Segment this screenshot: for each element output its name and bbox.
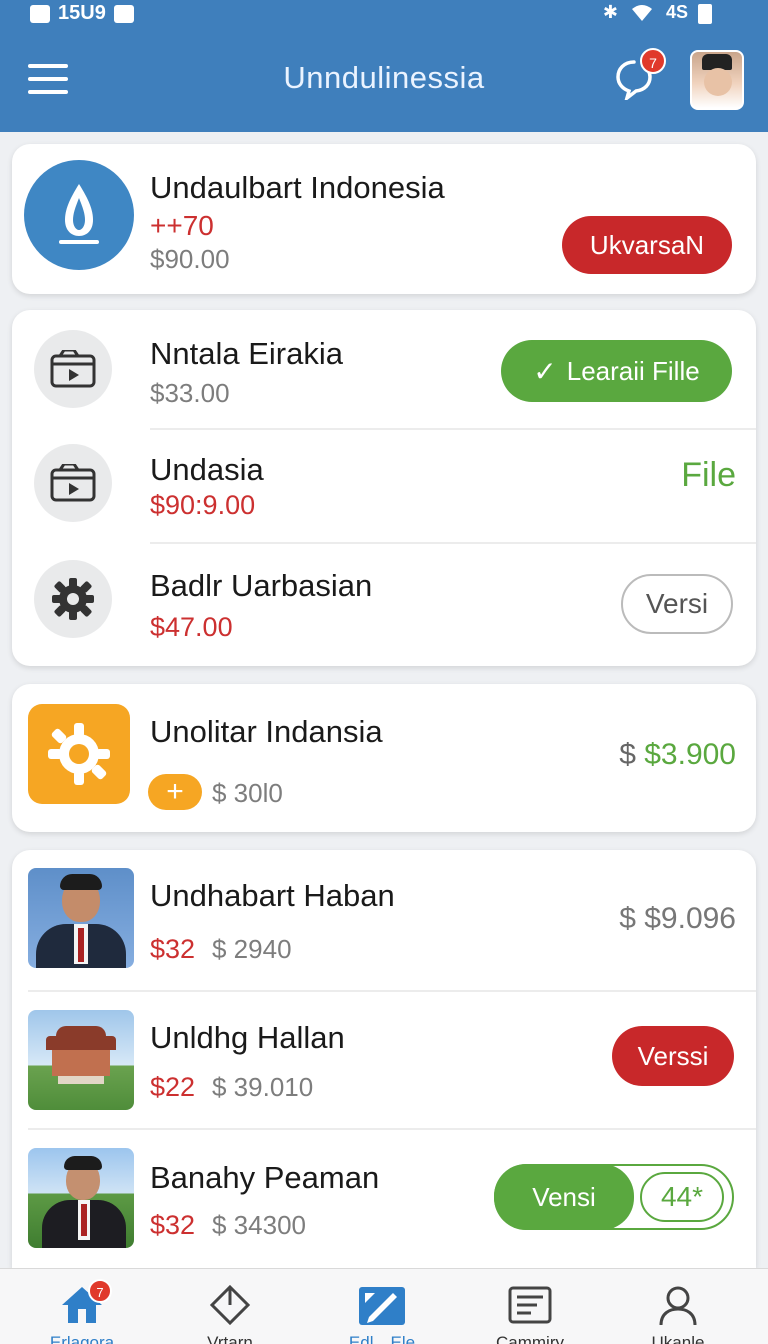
- chat-button[interactable]: 7: [612, 48, 666, 104]
- version-button[interactable]: Vensi: [494, 1164, 634, 1230]
- file-title: Nntala Eirakia: [150, 336, 343, 371]
- person-gray-price: $ 39.010: [212, 1072, 314, 1102]
- video-file-icon: [34, 444, 112, 522]
- nav-label: Cammiry: [496, 1333, 564, 1344]
- promo-price-group: $ $3.900: [619, 738, 736, 772]
- file-price: $47.00: [150, 612, 233, 642]
- file-price: $33.00: [150, 378, 230, 408]
- version-toggle[interactable]: Vensi 44*: [494, 1164, 734, 1230]
- row-divider: [28, 1128, 756, 1130]
- learn-file-label: Learaii Fille: [566, 355, 700, 386]
- nav-label: Edl…Ele: [348, 1333, 416, 1344]
- status-time: 15U9: [58, 2, 106, 24]
- count-pill: 44*: [640, 1172, 724, 1222]
- files-card: Nntala Eirakia $33.00 ✓ Learaii Fille Un…: [12, 310, 756, 666]
- add-button[interactable]: +: [148, 774, 202, 810]
- drop-icon: [24, 160, 134, 270]
- nav-item-vrtarn[interactable]: Vrtarn: [180, 1284, 280, 1344]
- nav-item-ukanle[interactable]: Ukanle: [628, 1285, 728, 1344]
- featured-price: $90.00: [150, 244, 230, 274]
- person-red-price: $32: [150, 934, 196, 964]
- promo-card[interactable]: Unolitar Indansia + $ 30l0 $ $3.900: [12, 684, 756, 832]
- featured-card[interactable]: Undaulbart Indonesia ++70 $90.00 Ukvarsa…: [12, 144, 756, 294]
- network-label: 4S: [665, 2, 688, 22]
- person-value: $ $9.096: [619, 902, 736, 935]
- featured-title: Undaulbart Indonesia: [150, 170, 445, 205]
- status-bar-right: ✱ 4S: [602, 2, 712, 24]
- orange-gear-icon: [28, 704, 130, 804]
- portrait-photo: [28, 868, 134, 968]
- promo-price: $3.900: [644, 738, 736, 771]
- app-header: 15U9 ✱ 4S Unndulinessia 7: [0, 0, 768, 132]
- version-button[interactable]: Verssi: [612, 1026, 734, 1086]
- featured-change: ++70: [150, 210, 214, 241]
- row-divider: [150, 428, 756, 430]
- file-title: Badlr Uarbasian: [150, 568, 373, 603]
- status-bar: 15U9 ✱ 4S: [0, 0, 768, 32]
- nav-label: Ukanle: [651, 1333, 705, 1344]
- person-red-price: $32: [150, 1210, 196, 1240]
- file-title: Undasia: [150, 452, 264, 487]
- currency-symbol: $: [619, 738, 636, 771]
- nav-item-home[interactable]: 7 Erlagora: [32, 1279, 132, 1344]
- featured-action-button[interactable]: UkvarsaN: [562, 216, 732, 274]
- home-badge: 7: [88, 1279, 112, 1303]
- wifi-icon: [631, 4, 652, 21]
- person-red-price: $22: [150, 1072, 196, 1102]
- portrait-photo-outdoor: [28, 1148, 134, 1248]
- nav-label: Vrtarn: [207, 1333, 253, 1344]
- file-link[interactable]: File: [681, 456, 736, 495]
- building-photo: [28, 1010, 134, 1110]
- version-button[interactable]: Versi: [621, 574, 733, 634]
- gear-icon: [34, 560, 112, 638]
- chat-badge: 7: [640, 48, 666, 74]
- status-bar-left: 15U9: [30, 2, 134, 25]
- video-file-icon: [34, 330, 112, 408]
- file-price: $90:9.00: [150, 490, 256, 520]
- image-notification-icon: [113, 4, 134, 23]
- person-name: Undhabart Haban: [150, 878, 395, 913]
- diamond-icon: [209, 1284, 251, 1326]
- nav-item-cammiry[interactable]: Cammiry: [480, 1285, 580, 1344]
- avatar[interactable]: [690, 50, 744, 110]
- learn-file-button[interactable]: ✓ Learaii Fille: [501, 340, 732, 402]
- edit-icon: [359, 1287, 405, 1325]
- bottom-nav: 7 Erlagora Vrtarn Edl…Ele Cammiry Ukanle: [0, 1268, 768, 1344]
- person-name: Banahy Peaman: [150, 1160, 380, 1195]
- promo-subprice: $ 30l0: [212, 778, 283, 808]
- notification-icon: [30, 4, 50, 23]
- check-icon: ✓: [533, 355, 557, 387]
- people-card: Undhabart Haban $32 $ 2940 $ $9.096 Unld…: [12, 850, 756, 1268]
- nav-label: Erlagora: [49, 1333, 115, 1344]
- user-icon: [659, 1286, 697, 1326]
- battery-icon: [698, 4, 712, 24]
- document-icon: [508, 1286, 552, 1324]
- nav-item-edit[interactable]: Edl…Ele: [332, 1285, 432, 1344]
- promo-title: Unolitar Indansia: [150, 714, 383, 749]
- row-divider: [150, 542, 756, 544]
- avatar-face: [704, 68, 732, 96]
- person-name: Unldhg Hallan: [150, 1020, 345, 1055]
- person-gray-price: $ 34300: [212, 1210, 306, 1240]
- bluetooth-icon: ✱: [602, 2, 618, 22]
- person-gray-price: $ 2940: [212, 934, 292, 964]
- row-divider: [28, 990, 756, 992]
